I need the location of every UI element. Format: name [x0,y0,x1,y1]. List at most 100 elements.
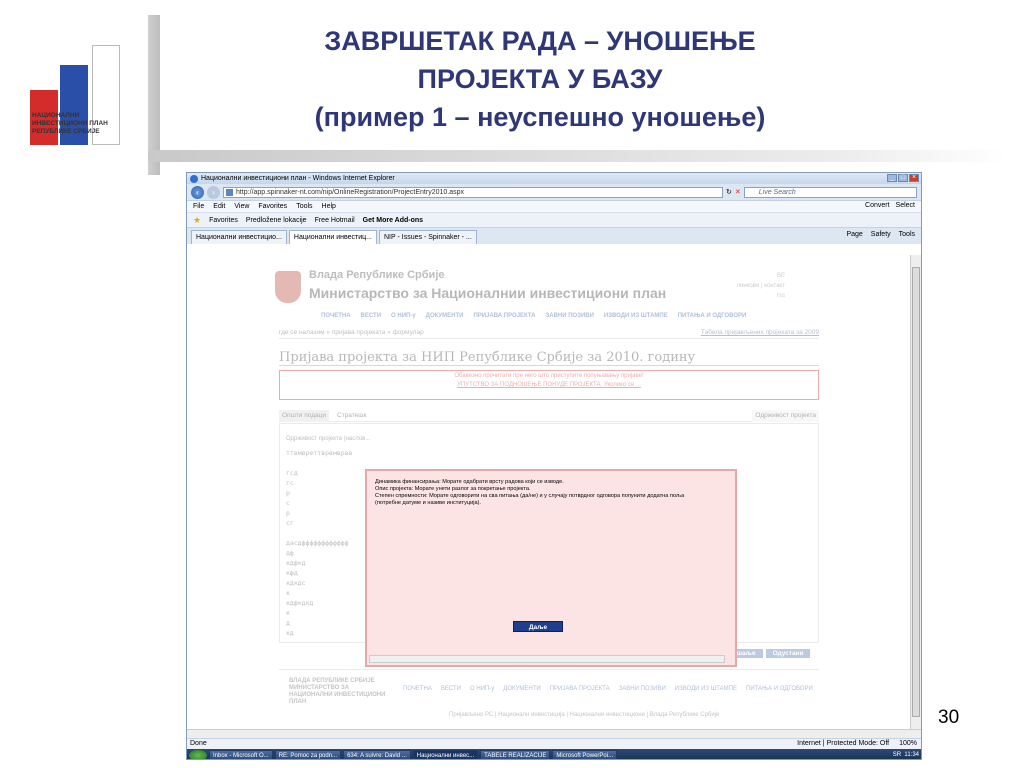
refresh-icon[interactable]: ↻ [726,188,732,196]
page-icon [226,188,233,196]
tab-sustainability[interactable]: Одрживост пројекта [752,410,819,422]
footer-nav-item[interactable]: О НИП-у [470,686,494,692]
tab-1[interactable]: Национални инвестицио... [191,230,287,244]
top-links[interactable]: ВЕ линкови | контакт rss [725,271,785,301]
footer-nav-item[interactable]: ПОЧЕТНА [403,686,432,692]
continue-button[interactable]: Даље [513,621,563,632]
breadcrumb-right-link[interactable]: Табела пријављених пројеката за 2009 [701,329,819,336]
divider-horizontal [148,150,1008,162]
error-description: Опис пројекта: Морате унети разлог за по… [375,486,531,492]
url-text: http://app.spinnaker-nt.com/nip/OnlineRe… [236,188,465,196]
clock: 11:34 [904,752,919,758]
stop-icon[interactable]: ✕ [735,188,741,196]
footer-nav-item[interactable]: ЗАВНИ ПОЗИВИ [619,686,666,692]
fav-item-1[interactable]: Predložene lokacije [246,217,307,224]
tab-tools: Page Safety Tools [846,231,915,238]
tab-strategic[interactable]: Стратешк [334,410,369,422]
form-line [286,458,812,468]
dialog-scrollbar[interactable] [369,655,725,663]
footer-nav-item[interactable]: ВЕСТИ [441,686,461,692]
nav-item[interactable]: ЗАВНИ ПОЗИВИ [545,313,593,319]
footer-nav-item[interactable]: ПИТАЊА И ОДГОВОРИ [746,686,813,692]
slide-title: ЗАВРШЕТАК РАДА – УНОШЕЊЕ ПРОЈЕКТА У БАЗУ… [230,22,850,136]
menu-help[interactable]: Help [322,203,336,210]
forward-icon[interactable]: › [207,185,220,199]
nav-item[interactable]: ВЕСТИ [361,313,382,319]
menu-file[interactable]: File [193,203,204,210]
taskbar-item[interactable]: Национални инвес... [412,750,479,759]
footer-nav-item[interactable]: ИЗВОДИ ИЗ ШТАМПЕ [675,686,737,692]
minimize-button[interactable]: _ [887,174,897,182]
nav-item[interactable]: ДОКУМЕНТИ [426,313,464,319]
safety-menu[interactable]: Safety [871,231,891,238]
tab-2[interactable]: Национални инвестиц... [288,230,377,244]
page-content: Влада Републике Србије Министарство за Н… [187,255,911,729]
warning-line1: Обавезно прочитати пре него што приступи… [454,373,644,379]
site-nav: ПОЧЕТНА ВЕСТИ О НИП-у ДОКУМЕНТИ ПРИЈАВА … [321,313,746,319]
form-tabs: Општи подаци Стратешк Одрживост пројекта [279,410,819,422]
cancel-button[interactable]: Одустани [765,649,811,658]
url-field[interactable]: http://app.spinnaker-nt.com/nip/OnlineRe… [223,186,723,198]
error-readiness: Степен спремности: Морате одговорити на … [375,493,685,506]
system-tray: SR 11:34 [893,752,921,758]
favorites-label[interactable]: Favorites [209,217,238,224]
tab-bar: Национални инвестицио... Национални инве… [187,227,921,244]
fav-item-2[interactable]: Free Hotmail [315,217,355,224]
nav-item[interactable]: ПИТАЊА И ОДГОВОРИ [678,313,747,319]
maximize-button[interactable]: □ [898,174,908,182]
fav-item-3[interactable]: Get More Add-ons [363,217,423,224]
menu-tools[interactable]: Tools [296,203,312,210]
menu-bar: File Edit View Favorites Tools Help Conv… [187,200,921,212]
error-financing: Динамика финансирања: Морате одабрати вр… [375,479,564,485]
windows-taskbar: Inbox - Microsoft O... RE: Pomoc za podn… [187,749,921,759]
taskbar-item[interactable]: Inbox - Microsoft O... [209,750,273,759]
slide-number: 30 [938,707,960,728]
language-indicator[interactable]: SR [893,752,901,758]
tab-general[interactable]: Општи подаци [279,410,329,422]
window-controls: _ □ × [887,174,919,182]
tools-menu[interactable]: Tools [899,231,915,238]
menu-edit[interactable]: Edit [213,203,225,210]
dialog-message: Динамика финансирања: Морате одабрати вр… [375,479,705,507]
nav-item[interactable]: ПРИЈАВА ПРОЈЕКТА [473,313,535,319]
browser-titlebar: Национални инвестициони план - Windows I… [187,173,921,184]
start-button[interactable] [189,749,207,759]
menu-view[interactable]: View [234,203,249,210]
footer-nav-item[interactable]: ДОКУМЕНТИ [503,686,540,692]
menu-right: Convert Select [865,202,915,209]
scroll-thumb[interactable] [912,267,920,717]
search-placeholder: Live Search [758,188,796,196]
select-button[interactable]: Select [896,202,915,209]
ie-icon [190,175,198,183]
nav-item[interactable]: ПОЧЕТНА [321,313,351,319]
convert-button[interactable]: Convert [865,202,890,209]
nav-item[interactable]: ИЗВОДИ ИЗ ШТАМПЕ [604,313,668,319]
taskbar-item[interactable]: TABELE REALIZACIJE [480,750,551,759]
back-icon[interactable]: ‹ [191,185,204,199]
search-input[interactable]: Live Search [743,186,917,198]
taskbar-item[interactable]: 634: A suivre: David ... [343,750,411,759]
horizontal-scrollbar[interactable] [187,729,921,738]
taskbar-item[interactable]: RE: Pomoc za podn... [274,750,342,759]
site-footer: ВЛАДА РЕПУБЛИКЕ СРБИЈЕ МИНИСТАРСТВО ЗА Н… [279,669,819,729]
tab-3[interactable]: NIP - Issues - Spinnaker - ... [379,230,477,244]
window-title: Национални инвестициони план - Windows I… [201,175,395,182]
breadcrumb: где се налазим » пријава пројеката » фор… [279,329,819,339]
taskbar-item[interactable]: Microsoft PowerPoi... [552,750,618,759]
vertical-scrollbar[interactable] [910,255,921,729]
address-bar: ‹ › http://app.spinnaker-nt.com/nip/Onli… [187,184,921,200]
status-text: Done [190,740,207,747]
favorites-bar: ★ Favorites Predložene lokacije Free Hot… [187,212,921,227]
zoom-level[interactable]: 100% [899,739,917,749]
menu-favorites[interactable]: Favorites [258,203,287,210]
form-label: Одрживост пројекта (наслов... [286,436,371,442]
close-button[interactable]: × [909,174,919,182]
validation-dialog: Динамика финансирања: Морате одабрати вр… [365,469,737,667]
page-menu[interactable]: Page [846,231,862,238]
logo-text: НАЦИОНАЛНИ ИНВЕСТИЦИОНИ ПЛАН РЕПУБЛИКЕ С… [32,112,108,135]
ministry-name: Министарство за Националнии инвестициони… [309,285,667,301]
footer-nav-item[interactable]: ПРИЈАВА ПРОЈЕКТА [550,686,610,692]
footer-logo-text: ВЛАДА РЕПУБЛИКЕ СРБИЈЕ МИНИСТАРСТВО ЗА Н… [289,678,386,705]
nav-item[interactable]: О НИП-у [391,313,416,319]
warning-line2[interactable]: УПУТСТВО ЗА ПОДНОШЕЊЕ ПОНУДЕ ПРОЈЕКТА. У… [280,381,818,390]
